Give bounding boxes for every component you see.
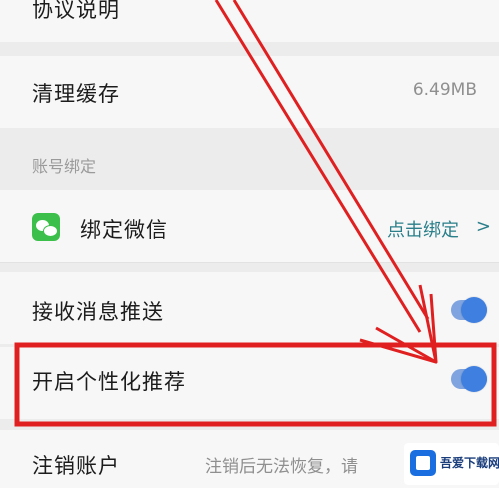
divider	[0, 262, 499, 263]
bind-wechat-row[interactable]: 绑定微信 点击绑定 >	[0, 190, 499, 262]
toggle-knob	[461, 366, 487, 392]
cache-size-value: 6.49MB	[412, 80, 477, 100]
bind-wechat-action[interactable]: 点击绑定	[387, 216, 459, 242]
toggle-knob	[461, 297, 487, 323]
agreement-label: 协议说明	[32, 0, 120, 22]
cancel-account-hint: 注销后无法恢复，请	[205, 457, 358, 477]
clear-cache-label: 清理缓存	[32, 82, 120, 106]
agreement-row[interactable]: 协议说明	[0, 0, 499, 42]
cancel-account-label: 注销账户	[32, 454, 120, 478]
push-notifications-label: 接收消息推送	[32, 300, 164, 324]
settings-screen: 协议说明 清理缓存 6.49MB 账号绑定 绑定微信 点击绑定 > 接收消息推送…	[0, 0, 499, 488]
personalized-recommendation-row: 开启个性化推荐	[0, 347, 499, 419]
wechat-icon	[32, 213, 60, 241]
push-notifications-toggle[interactable]	[451, 297, 487, 323]
chevron-right-icon: >	[475, 216, 491, 237]
clear-cache-row[interactable]: 清理缓存 6.49MB	[0, 56, 499, 128]
personalized-recommendation-label: 开启个性化推荐	[32, 370, 186, 394]
bind-wechat-label: 绑定微信	[80, 218, 168, 242]
watermark: 吾爱下载网	[404, 443, 499, 485]
push-notifications-row: 接收消息推送	[0, 272, 499, 344]
personalized-recommendation-toggle[interactable]	[451, 366, 487, 392]
account-binding-section-title: 账号绑定	[32, 157, 97, 176]
watermark-text: 吾爱下载网	[440, 456, 499, 470]
site-logo-icon	[410, 450, 436, 476]
